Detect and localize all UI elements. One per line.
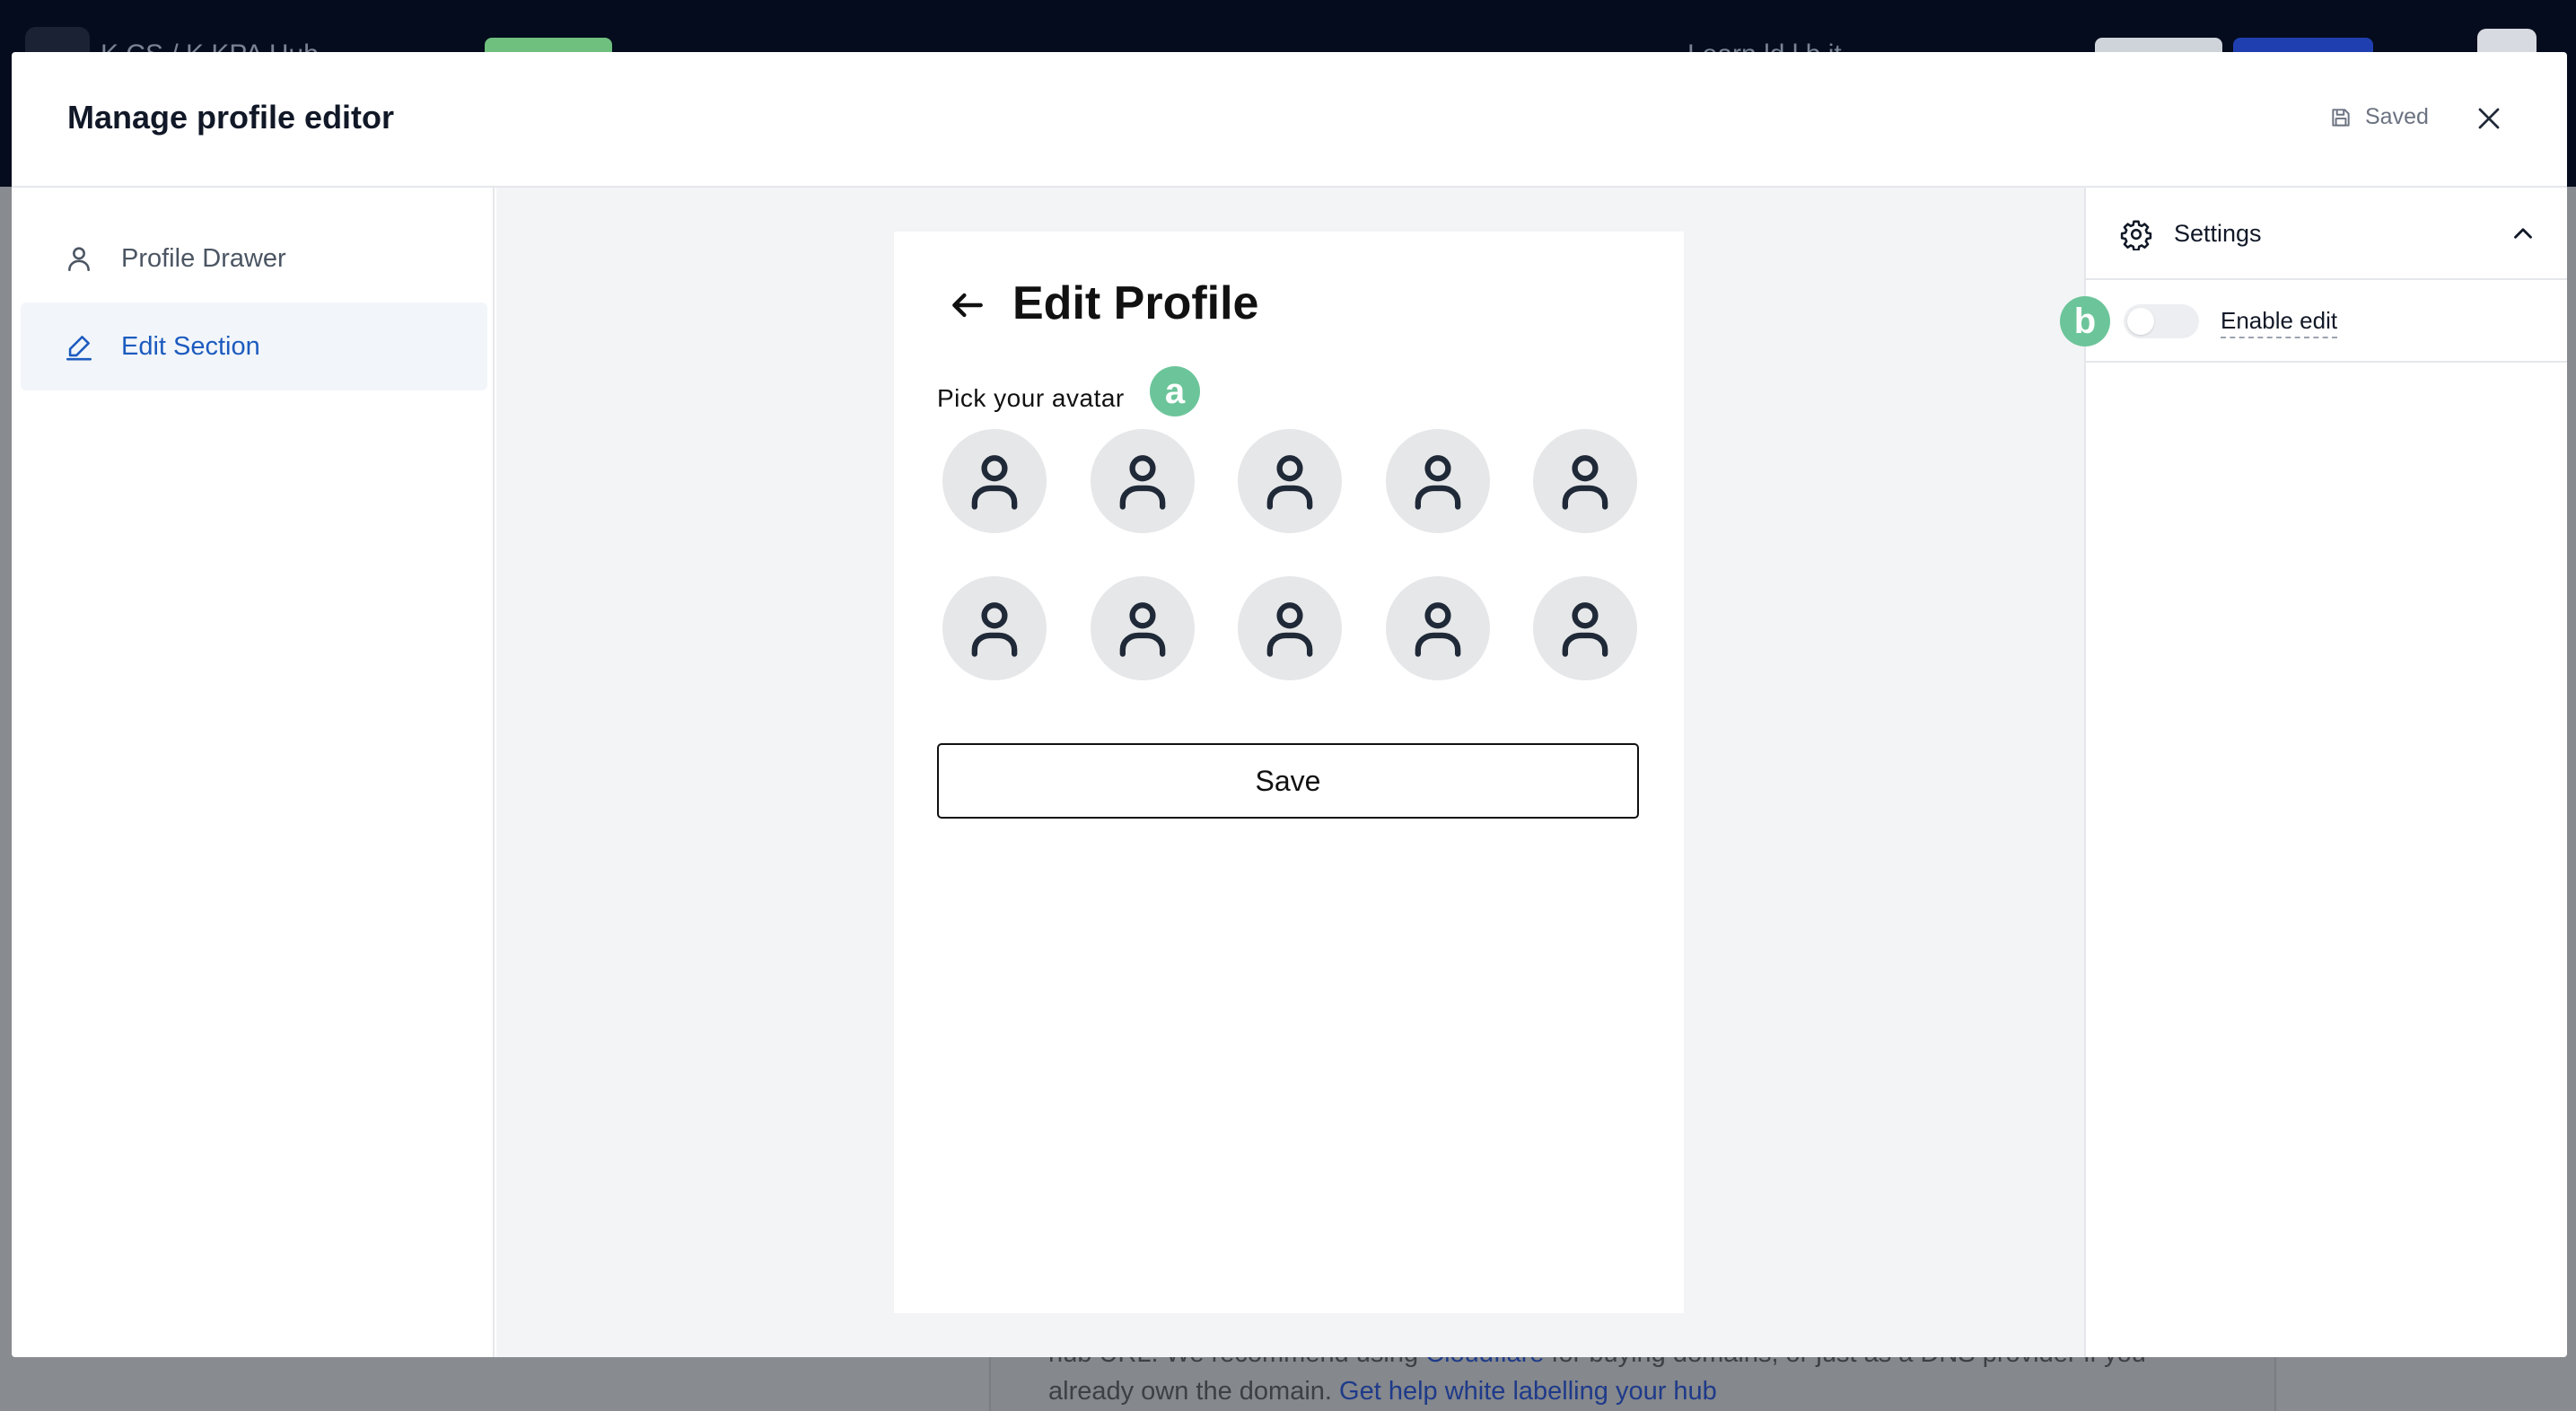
pencil-icon [57,324,101,369]
avatar-option[interactable] [942,429,1047,533]
settings-title: Settings [2174,220,2262,247]
user-avatar-icon [971,455,1018,510]
enable-edit-row: Enable edit [2086,280,2567,363]
avatar-option[interactable] [1238,576,1342,680]
annotation-marker-a: a [1150,366,1200,416]
user-avatar-icon [1562,455,1608,510]
chevron-up-icon[interactable] [2508,218,2538,249]
toggle-knob [2127,308,2154,335]
preview-canvas: Edit Profile Pick your avatar Save [496,188,2093,1357]
close-icon [2478,108,2500,129]
nav-item-profile-drawer[interactable]: Profile Drawer [21,215,487,302]
avatar-option[interactable] [1533,576,1637,680]
background-text: already own the domain. [1048,1377,1340,1406]
floppy-disk-icon [2332,108,2350,127]
enable-edit-label: Enable edit [2221,307,2338,338]
settings-panel: Settings Enable edit [2084,188,2567,1357]
nav-item-label: Edit Section [121,331,260,361]
white-label-help-link: Get help white labelling your hub [1339,1377,1717,1406]
saved-status: Saved [2329,104,2429,130]
user-avatar-icon [971,602,1018,657]
settings-header[interactable]: Settings [2086,188,2567,280]
user-avatar-icon [1266,455,1313,510]
enable-edit-toggle[interactable] [2124,304,2199,338]
user-avatar-icon [1266,602,1313,657]
avatar-option[interactable] [1238,429,1342,533]
user-avatar-icon [1119,455,1165,510]
avatar-grid [942,429,1643,680]
back-arrow-icon[interactable] [948,285,987,325]
avatar-option[interactable] [942,576,1047,680]
avatar-option[interactable] [1385,429,1490,533]
user-icon [57,236,101,281]
modal-header: Manage profile editor Saved [12,52,2567,188]
left-nav: Profile Drawer Edit Section [12,188,495,1357]
avatar-option[interactable] [1533,429,1637,533]
background-text-line-2: already own the domain. Get help white l… [1048,1377,1717,1407]
profile-editor-modal: Manage profile editor Saved Profile Draw… [12,52,2567,1357]
nav-item-edit-section[interactable]: Edit Section [21,302,487,390]
user-avatar-icon [1415,602,1460,657]
modal-title: Manage profile editor [67,99,395,136]
annotation-marker-b: b [2060,296,2110,346]
user-avatar-icon [1415,455,1460,510]
avatar-option[interactable] [1090,429,1195,533]
page-heading: Edit Profile [1012,277,1259,329]
user-avatar-icon [1119,602,1165,657]
avatar-label: Pick your avatar [937,384,1125,412]
profile-preview: Edit Profile Pick your avatar Save [894,232,1684,1313]
save-button[interactable]: Save [937,743,1639,819]
nav-item-label: Profile Drawer [121,243,286,273]
avatar-option[interactable] [1385,576,1490,680]
gear-icon [2120,220,2152,250]
user-avatar-icon [1562,602,1608,657]
avatar-option[interactable] [1090,576,1195,680]
close-button[interactable] [2471,101,2507,136]
saved-label: Saved [2365,104,2429,129]
